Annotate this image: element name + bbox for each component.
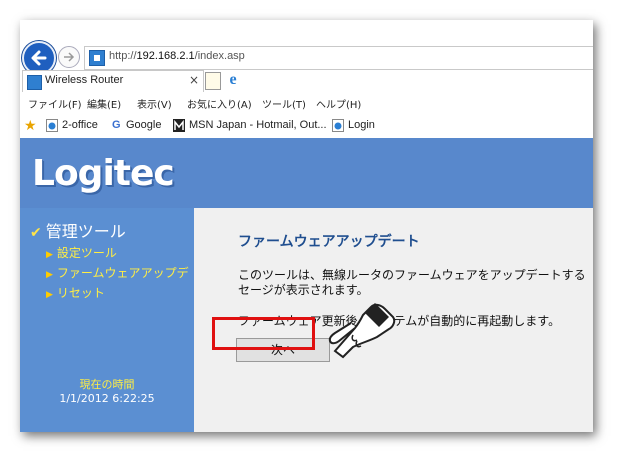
page-icon [332, 119, 344, 132]
sidebar-item-firmware[interactable]: ▶ ファームウェアアップデ [46, 264, 189, 281]
favorites-bar: ★ 2-office G Google MSN Japan - Hotmail,… [20, 115, 593, 137]
current-time-label: 現在の時間 [79, 378, 135, 391]
favorites-star-icon[interactable]: ★ [24, 118, 37, 134]
tab-title: Wireless Router [45, 74, 124, 86]
address-input[interactable]: http://192.168.2.1/index.asp [84, 46, 593, 70]
msn-icon [173, 119, 185, 132]
menu-tools[interactable]: ツール(T) [262, 96, 306, 111]
tab-close-icon[interactable]: × [189, 73, 199, 87]
sidebar-item-reset[interactable]: ▶ リセット [46, 284, 105, 301]
header-banner: Logitec [20, 138, 593, 208]
arrow-right-icon: ▶ [46, 250, 53, 260]
logitec-logo: Logitec [32, 153, 175, 194]
favorite-2-office[interactable]: 2-office [62, 119, 98, 131]
current-time-value: 1/1/2012 6:22:25 [59, 392, 155, 405]
screenshot-frame: http://192.168.2.1/index.asp Wireless Ro… [20, 20, 593, 432]
back-arrow-icon [31, 50, 47, 66]
favorite-login[interactable]: Login [348, 119, 375, 131]
tab-bar: Wireless Router × e [20, 70, 593, 92]
menu-favorites[interactable]: お気に入り(A) [187, 96, 252, 111]
tab-favicon-icon [27, 75, 42, 90]
google-icon: G [112, 119, 121, 131]
menu-view[interactable]: 表示(V) [137, 96, 172, 111]
check-icon: ✔ [30, 225, 42, 241]
page-title: ファームウェアアップデート [238, 234, 420, 250]
arrow-right-icon: ▶ [46, 290, 53, 300]
internet-explorer-icon[interactable]: e [224, 71, 242, 89]
highlight-box [212, 317, 315, 350]
tab-wireless-router[interactable]: Wireless Router × [22, 70, 204, 92]
pointing-hand-icon [328, 303, 396, 359]
menu-file[interactable]: ファイル(F) [28, 96, 82, 111]
sidebar: ✔ 管理ツール ▶ 設定ツール ▶ ファームウェアアップデ ▶ リセット 現在の時間 1… [20, 208, 194, 432]
favorite-google[interactable]: Google [126, 119, 161, 131]
sidebar-item-settings[interactable]: ▶ 設定ツール [46, 244, 117, 261]
menu-edit[interactable]: 編集(E) [87, 96, 121, 111]
new-tab-icon[interactable] [205, 72, 221, 90]
arrow-right-icon: ▶ [46, 270, 53, 280]
sidebar-heading: ✔ 管理ツール [30, 222, 126, 241]
page-icon [46, 119, 58, 132]
menu-help[interactable]: ヘルプ(H) [316, 96, 361, 111]
address-bar-row: http://192.168.2.1/index.asp [20, 20, 593, 75]
forward-button[interactable] [58, 46, 80, 68]
url-text: http://192.168.2.1/index.asp [109, 50, 245, 62]
forward-arrow-icon [64, 52, 75, 62]
site-favicon-icon [89, 50, 105, 66]
favorite-msn-japan[interactable]: MSN Japan - Hotmail, Out... [189, 119, 327, 131]
menu-bar: ファイル(F) 編集(E) 表示(V) お気に入り(A) ツール(T) ヘルプ(… [20, 93, 593, 113]
